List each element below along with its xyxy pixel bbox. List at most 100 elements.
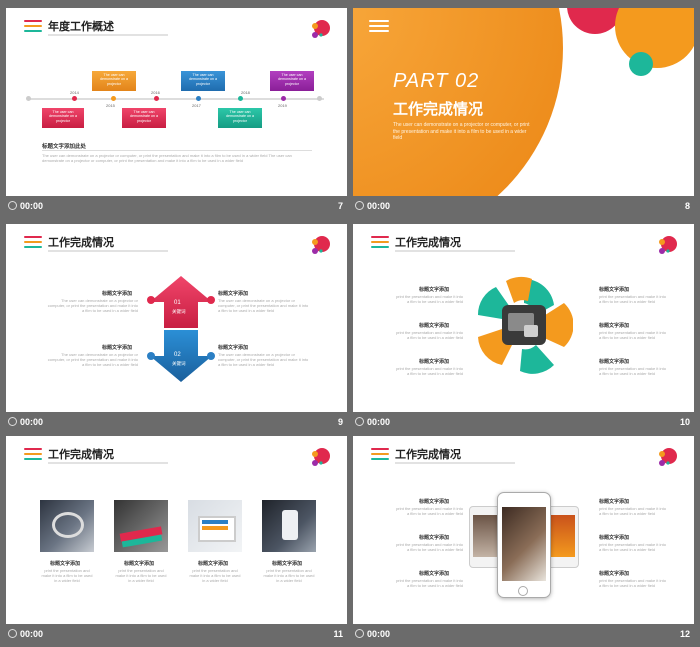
clock-icon <box>355 417 364 426</box>
item-text: print the presentation and make it into … <box>599 578 666 588</box>
photo-keyboard <box>114 500 168 552</box>
menu-lines-icon <box>371 236 389 251</box>
item-label: 标题文字添加 <box>419 571 450 577</box>
slide-status-bar: 00:00 9 <box>4 412 349 432</box>
item-text: print the presentation and make it into … <box>396 330 463 340</box>
body-text: The user can demonstrate on a projector … <box>42 153 292 163</box>
item-label: 标题文字添加 <box>599 323 630 329</box>
slide-thumb-7[interactable]: 年度工作概述 2014 2015 2016 2017 2018 2019 The… <box>4 4 349 216</box>
slide-thumb-12[interactable]: 工作完成情况 标题文字添加 print the presentation and… <box>351 432 696 644</box>
slide-number: 9 <box>337 417 343 427</box>
item-label: 标题文字添加 <box>218 345 249 351</box>
item-text: print the presentation and make it into … <box>396 294 463 304</box>
slide-status-bar: 00:00 11 <box>4 624 349 644</box>
rotating-petal-diagram <box>477 276 573 374</box>
logo-icon <box>312 236 330 254</box>
slide-thumb-9[interactable]: 工作完成情况 01 关键词 02 关键词 标题文字添加 The user can… <box>4 220 349 432</box>
photo-desk <box>188 500 242 552</box>
slide-title: 年度工作概述 <box>48 21 114 33</box>
timeline-dot <box>238 96 243 101</box>
slide-status-bar: 00:00 7 <box>4 196 349 216</box>
slide-time: 00:00 <box>20 417 44 427</box>
item-text: print the presentation and make it into … <box>396 578 463 588</box>
subtitle-line <box>48 250 168 252</box>
timeline-box: The user can demonstrate on a projector <box>270 71 314 91</box>
menu-lines-icon <box>371 448 389 463</box>
year-label: 2018 <box>241 90 250 95</box>
subtitle-line <box>395 250 515 252</box>
slide-status-bar: 00:00 8 <box>351 196 696 216</box>
item-label: 标题文字添加 <box>50 561 81 567</box>
timeline-dot <box>154 96 159 101</box>
year-label: 2017 <box>192 103 201 108</box>
slide-thumb-8[interactable]: PART 02 工作完成情况 The user can demonstrate … <box>351 4 696 216</box>
slide-thumb-10[interactable]: 工作完成情况 标题文字添加 print the presentation and… <box>351 220 696 432</box>
item-label: 标题文字添加 <box>272 561 303 567</box>
section-heading: 标题文字添加此处 <box>42 144 87 150</box>
item-label: 标题文字添加 <box>419 323 450 329</box>
subtitle-line <box>48 462 168 464</box>
slide-canvas: 工作完成情况 标题文字添加 print the presentation and… <box>353 436 694 624</box>
slide-canvas: 工作完成情况 标题文字添加 print the presentation and… <box>353 224 694 412</box>
clock-icon <box>355 201 364 210</box>
slide-status-bar: 00:00 12 <box>351 624 696 644</box>
menu-lines-icon <box>24 236 42 251</box>
slide-thumb-11[interactable]: 工作完成情况 标题文字添加 print the presentation and… <box>4 432 349 644</box>
slide-time: 00:00 <box>367 201 391 211</box>
slide-number: 10 <box>679 417 690 427</box>
slide-canvas: PART 02 工作完成情况 The user can demonstrate … <box>353 8 694 196</box>
year-label: 2016 <box>151 90 160 95</box>
logo-icon <box>312 448 330 466</box>
item-text: The user can demonstrate on a projector … <box>218 352 309 367</box>
item-text: print the presentation and make it into … <box>599 542 666 552</box>
item-text: print the presentation and make it into … <box>41 568 93 583</box>
item-label: 标题文字添加 <box>124 561 155 567</box>
slide-number: 12 <box>679 629 690 639</box>
item-label: 标题文字添加 <box>599 287 630 293</box>
subtitle-line <box>395 462 515 464</box>
item-label: 标题文字添加 <box>599 499 630 505</box>
clock-icon <box>355 629 364 638</box>
item-label: 标题文字添加 <box>102 345 133 351</box>
item-text: print the presentation and make it into … <box>599 366 666 376</box>
slide-title: 工作完成情况 <box>48 449 114 461</box>
photo-headphones <box>40 500 94 552</box>
year-label: 2015 <box>106 103 115 108</box>
slide-canvas: 工作完成情况 标题文字添加 print the presentation and… <box>6 436 347 624</box>
menu-lines-icon <box>24 20 42 35</box>
slide-status-bar: 00:00 10 <box>351 412 696 432</box>
arrow-keyword: 关键词 <box>172 309 186 314</box>
timeline-dot <box>111 96 116 101</box>
timeline-dot <box>196 96 201 101</box>
timeline-box: The user can demonstrate on a projector <box>92 71 136 91</box>
clock-icon <box>8 201 17 210</box>
item-text: print the presentation and make it into … <box>599 506 666 516</box>
item-text: print the presentation and make it into … <box>263 568 315 583</box>
item-text: print the presentation and make it into … <box>189 568 241 583</box>
item-text: print the presentation and make it into … <box>396 366 463 376</box>
arrow-keyword: 关键词 <box>172 361 186 366</box>
timeline-dot <box>72 96 77 101</box>
slide-time: 00:00 <box>20 629 44 639</box>
arrow-number: 02 <box>174 352 181 358</box>
item-text: The user can demonstrate on a projector … <box>218 298 309 313</box>
body-text: The user can demonstrate on a projector … <box>393 122 530 141</box>
item-label: 标题文字添加 <box>599 571 630 577</box>
item-label: 标题文字添加 <box>419 359 450 365</box>
year-label: 2019 <box>278 103 287 108</box>
item-text: The user can demonstrate on a projector … <box>47 352 138 367</box>
item-text: print the presentation and make it into … <box>396 506 463 516</box>
item-text: The user can demonstrate on a projector … <box>47 298 138 313</box>
slide-title: 工作完成情况 <box>395 449 461 461</box>
item-text: print the presentation and make it into … <box>599 330 666 340</box>
slide-title: 工作完成情况 <box>395 237 461 249</box>
item-text: print the presentation and make it into … <box>396 542 463 552</box>
slide-time: 00:00 <box>367 417 391 427</box>
subtitle-line <box>48 34 168 36</box>
slide-number: 7 <box>337 201 343 211</box>
phone-center-mockup <box>497 492 551 598</box>
slide-title: 工作完成情况 <box>48 237 114 249</box>
slide-title: 工作完成情况 <box>393 101 484 118</box>
slide-number: 11 <box>333 629 343 639</box>
arrow-number: 01 <box>174 300 181 306</box>
